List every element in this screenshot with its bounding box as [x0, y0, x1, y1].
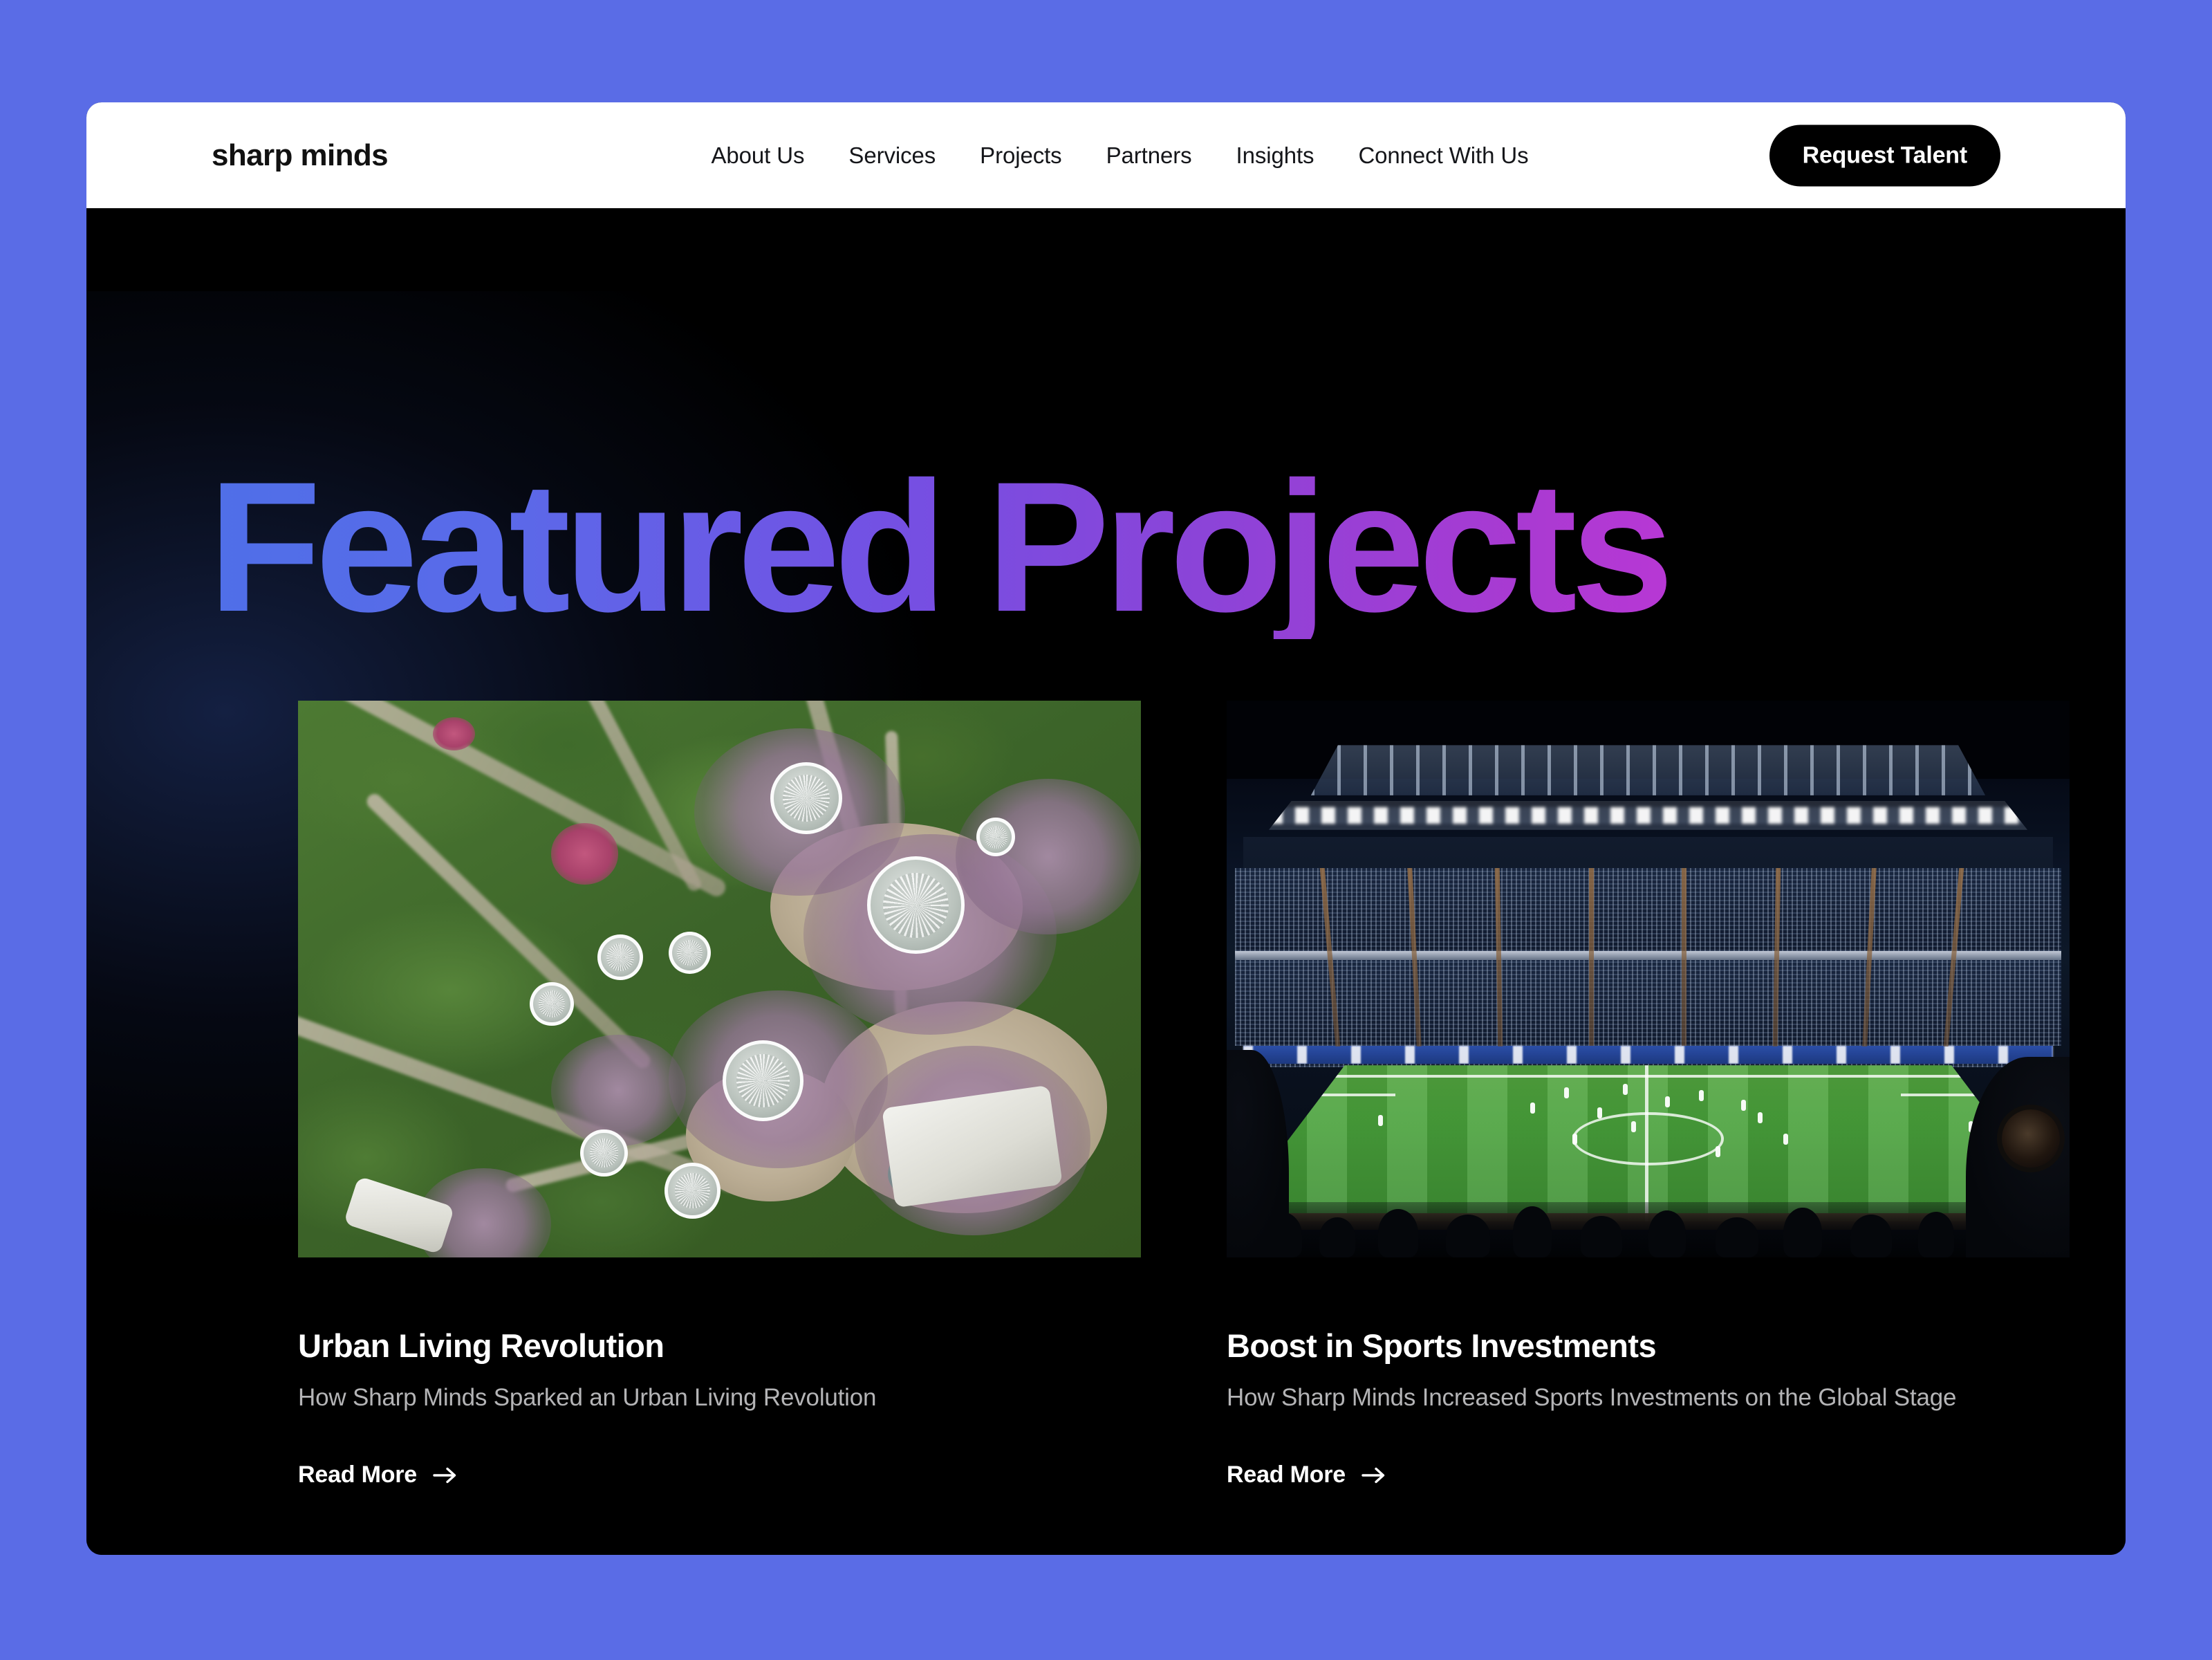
- project-card-urban-living[interactable]: Urban Living Revolution How Sharp Minds …: [298, 701, 1141, 1488]
- page-title: Featured Projects: [208, 454, 2006, 639]
- main-nav: About Us Services Projects Partners Insi…: [711, 142, 1528, 169]
- project-thumbnail-sports-investments[interactable]: [1227, 701, 2070, 1257]
- supertree-canopy-icon: [597, 934, 643, 981]
- brand-logo[interactable]: sharp minds: [212, 138, 389, 173]
- supertree-canopy-icon: [664, 1163, 721, 1219]
- supertree-canopy-icon: [866, 856, 965, 954]
- featured-projects-list: Urban Living Revolution How Sharp Minds …: [86, 701, 2126, 1488]
- project-subtitle: How Sharp Minds Increased Sports Investm…: [1227, 1384, 1957, 1411]
- camera-lens-icon: [2002, 1109, 2060, 1168]
- project-thumbnail-urban-living[interactable]: [298, 701, 1141, 1257]
- arrow-right-icon: [1361, 1465, 1387, 1486]
- supertree-canopy-icon: [770, 762, 843, 835]
- spectator-silhouette-left: [1227, 1050, 1289, 1257]
- supertree-canopy-icon: [669, 932, 712, 975]
- nav-item-projects[interactable]: Projects: [980, 142, 1062, 169]
- nav-item-partners[interactable]: Partners: [1106, 142, 1192, 169]
- supertree-canopy-icon: [723, 1040, 804, 1121]
- hero-section: Featured Projects Urban Living Revolutio…: [86, 208, 2126, 1555]
- supertree-canopy-icon: [530, 981, 574, 1026]
- read-more-label: Read More: [1227, 1461, 1346, 1488]
- nav-item-about-us[interactable]: About Us: [711, 142, 804, 169]
- read-more-link-urban-living[interactable]: Read More: [298, 1461, 458, 1488]
- project-card-sports-investments[interactable]: Boost in Sports Investments How Sharp Mi…: [1227, 701, 2070, 1488]
- night-stadium-illustration: [1227, 701, 2070, 1257]
- page-card: sharp minds About Us Services Projects P…: [86, 102, 2126, 1555]
- foreground-spectators: [1227, 1201, 2070, 1257]
- request-talent-button[interactable]: Request Talent: [1769, 124, 2000, 186]
- project-title: Urban Living Revolution: [298, 1327, 664, 1364]
- project-title: Boost in Sports Investments: [1227, 1327, 1657, 1364]
- football-pitch: [1227, 1065, 2070, 1221]
- nav-item-insights[interactable]: Insights: [1236, 142, 1314, 169]
- read-more-link-sports-investments[interactable]: Read More: [1227, 1461, 1387, 1488]
- site-header: sharp minds About Us Services Projects P…: [86, 102, 2126, 208]
- aerial-garden-illustration: [298, 701, 1141, 1257]
- project-subtitle: How Sharp Minds Sparked an Urban Living …: [298, 1384, 877, 1411]
- arrow-right-icon: [432, 1465, 458, 1486]
- read-more-label: Read More: [298, 1461, 418, 1488]
- nav-item-connect-with-us[interactable]: Connect With Us: [1358, 142, 1528, 169]
- nav-item-services[interactable]: Services: [848, 142, 936, 169]
- supertree-canopy-icon: [580, 1129, 628, 1177]
